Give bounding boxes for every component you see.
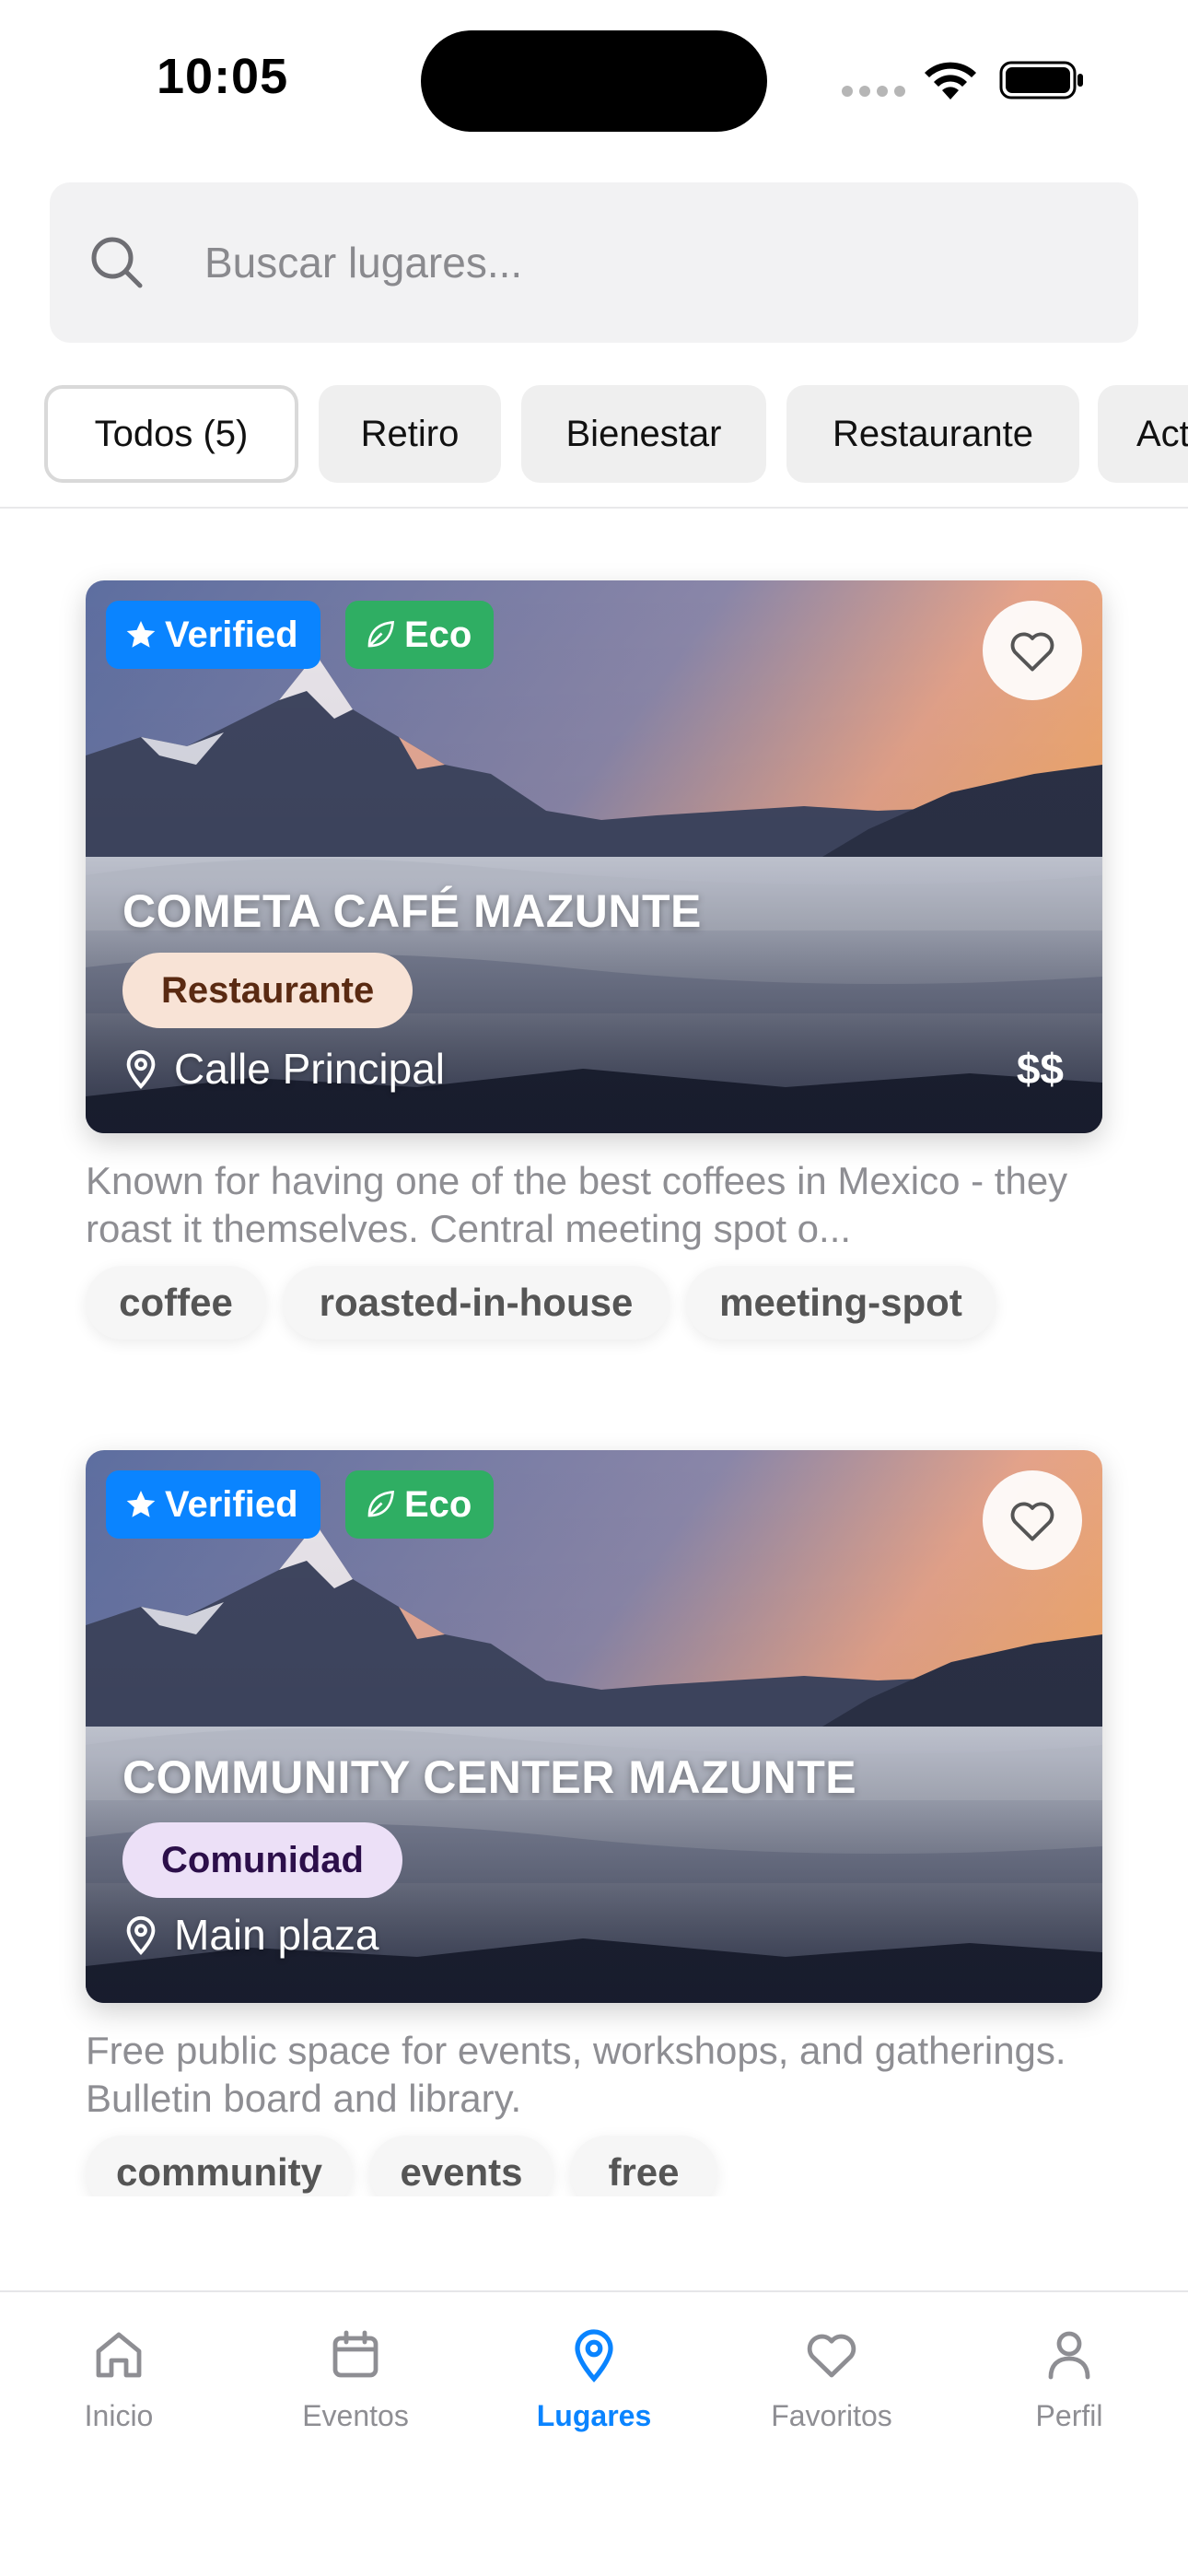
tag-chip[interactable]: free: [570, 2136, 717, 2196]
filter-chip-todos[interactable]: Todos (5): [44, 385, 298, 483]
tag-list: community events free: [86, 2136, 1102, 2196]
filter-chip-bienestar[interactable]: Bienestar: [521, 385, 766, 483]
tab-inicio[interactable]: Inicio: [17, 2325, 220, 2445]
cellular-signal-icon: [842, 86, 906, 97]
tab-lugares[interactable]: Lugares: [493, 2325, 695, 2445]
heart-icon: [807, 2334, 856, 2378]
place-location: Main plaza: [122, 1907, 379, 1962]
place-card[interactable]: Verified Eco COMMUNITY CENTER MAZUNTE Co…: [86, 1450, 1102, 2196]
eco-badge-label: Eco: [404, 614, 472, 655]
map-pin-icon: [575, 2329, 613, 2383]
heart-icon: [1010, 1502, 1054, 1541]
place-title: COMETA CAFÉ MAZUNTE: [122, 885, 702, 937]
dynamic-island: [421, 30, 767, 132]
star-icon: [126, 1491, 156, 1517]
star-icon: [126, 621, 156, 648]
verified-badge-label: Verified: [165, 1483, 298, 1525]
verified-badge-label: Verified: [165, 614, 298, 655]
tag-chip[interactable]: events: [369, 2136, 553, 2196]
tab-perfil-label: Perfil: [1035, 2399, 1103, 2432]
filter-chip-actividad[interactable]: Actividad: [1098, 385, 1188, 483]
place-location-text: Calle Principal: [174, 1045, 446, 1093]
place-description: Known for having one of the best coffees…: [86, 1159, 1068, 1250]
tab-inicio-label: Inicio: [84, 2399, 154, 2432]
status-bar: 10:05: [0, 0, 1188, 157]
calendar-icon: [332, 2330, 379, 2378]
tab-eventos-label: Eventos: [302, 2399, 409, 2432]
search-bar[interactable]: [50, 182, 1138, 343]
map-pin-icon: [126, 1915, 156, 1955]
category-filter-bar: Todos (5) Retiro Bienestar Restaurante A…: [44, 385, 1188, 485]
wifi-icon: [925, 62, 976, 100]
tag-chip[interactable]: roasted-in-house: [283, 1266, 670, 1340]
eco-badge-label: Eco: [404, 1483, 472, 1525]
eco-badge: Eco: [345, 601, 495, 669]
price-level: $$: [1016, 1045, 1064, 1093]
leaf-icon: [367, 621, 394, 648]
eco-badge: Eco: [345, 1470, 495, 1539]
place-description: Free public space for events, workshops,…: [86, 2029, 1066, 2120]
search-icon: [91, 237, 143, 288]
tab-favoritos-label: Favoritos: [771, 2399, 892, 2432]
heart-icon: [1010, 632, 1054, 672]
map-pin-icon: [126, 1049, 156, 1089]
verified-badge: Verified: [106, 1470, 320, 1539]
filter-chip-retiro[interactable]: Retiro: [319, 385, 501, 483]
tab-lugares-label: Lugares: [536, 2399, 652, 2432]
place-card-image[interactable]: Verified Eco COMMUNITY CENTER MAZUNTE Co…: [86, 1450, 1102, 2003]
bottom-tab-bar: Inicio Eventos Lugares Favoritos Perfil: [0, 2290, 1188, 2576]
place-title: COMMUNITY CENTER MAZUNTE: [122, 1751, 857, 1803]
category-pill: Restaurante: [122, 953, 413, 1028]
search-input[interactable]: [204, 182, 1089, 343]
status-time: 10:05: [157, 49, 289, 104]
tag-chip[interactable]: coffee: [86, 1266, 266, 1340]
category-pill: Comunidad: [122, 1822, 402, 1898]
place-location: Calle Principal: [122, 1041, 445, 1096]
verified-badge: Verified: [106, 601, 320, 669]
place-location-text: Main plaza: [174, 1911, 379, 1959]
tag-list: coffee roasted-in-house meeting-spot: [86, 1266, 1102, 1340]
leaf-icon: [367, 1491, 394, 1517]
tab-favoritos[interactable]: Favoritos: [730, 2325, 933, 2445]
favorite-button[interactable]: [983, 601, 1082, 700]
tag-chip[interactable]: community: [86, 2136, 353, 2196]
place-card[interactable]: Verified Eco COMETA CAFÉ MAZUNTE Restaur…: [86, 580, 1102, 1340]
places-list[interactable]: Verified Eco COMETA CAFÉ MAZUNTE Restaur…: [0, 509, 1188, 2196]
tab-eventos[interactable]: Eventos: [254, 2325, 457, 2445]
battery-icon: [999, 61, 1083, 100]
tab-perfil[interactable]: Perfil: [968, 2325, 1171, 2445]
person-icon: [1048, 2331, 1090, 2380]
place-card-image[interactable]: Verified Eco COMETA CAFÉ MAZUNTE Restaur…: [86, 580, 1102, 1133]
tag-chip[interactable]: meeting-spot: [686, 1266, 996, 1340]
favorite-button[interactable]: [983, 1470, 1082, 1570]
filter-chip-restaurante[interactable]: Restaurante: [786, 385, 1079, 483]
home-icon: [96, 2332, 142, 2378]
